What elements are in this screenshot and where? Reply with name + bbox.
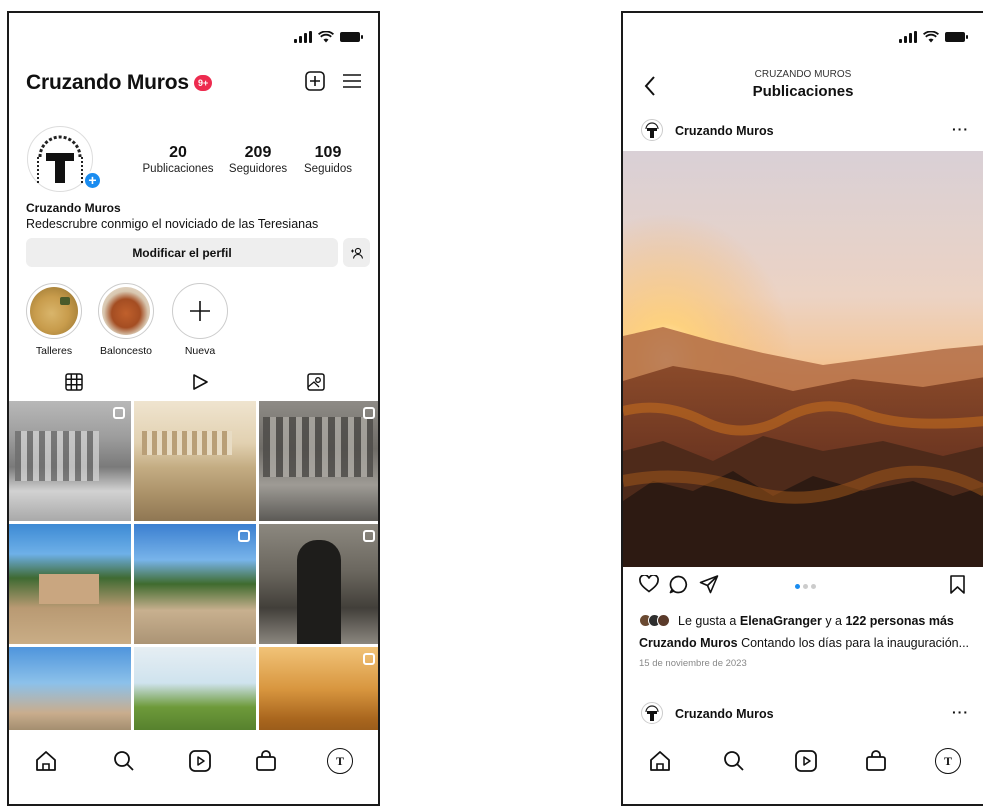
- plus-icon: [190, 301, 210, 321]
- profile-name[interactable]: Cruzando Muros: [26, 71, 189, 95]
- discover-people-button[interactable]: [343, 238, 370, 267]
- avatar-logo-icon: [645, 122, 659, 138]
- profile-icon[interactable]: T: [935, 748, 961, 774]
- header-subtitle: CRUZANDO MUROS: [754, 69, 852, 80]
- highlight-talleres[interactable]: Talleres: [25, 283, 83, 357]
- grid-post[interactable]: [9, 401, 131, 521]
- wifi-icon: [923, 31, 939, 43]
- reels-tab-icon[interactable]: [191, 373, 209, 391]
- post-options-button[interactable]: ···: [952, 121, 969, 137]
- add-person-icon: [350, 247, 363, 259]
- battery-icon: [945, 32, 968, 42]
- stat-posts[interactable]: 20 Publicaciones: [139, 144, 217, 175]
- search-icon[interactable]: [111, 748, 137, 774]
- comment-icon[interactable]: [669, 575, 688, 594]
- status-bar: [294, 31, 363, 43]
- next-post-options-button[interactable]: ···: [952, 704, 969, 720]
- multi-photo-icon: [113, 407, 125, 419]
- post-image[interactable]: [623, 151, 983, 567]
- post-avatar[interactable]: [641, 119, 663, 141]
- multi-photo-icon: [363, 530, 375, 542]
- shop-icon[interactable]: [253, 748, 279, 774]
- post-date: 15 de noviembre de 2023: [639, 658, 747, 669]
- like-icon[interactable]: [639, 575, 659, 593]
- menu-icon[interactable]: [342, 73, 362, 89]
- stat-followers-label: Seguidores: [228, 163, 288, 175]
- grid-post[interactable]: [259, 524, 378, 644]
- bottom-nav: T: [623, 730, 983, 804]
- stat-following-count: 109: [314, 144, 342, 161]
- signal-icon: [294, 31, 312, 43]
- profile-screen: Cruzando Muros 9+ + 20 Publicaciones 209…: [7, 11, 380, 806]
- bottom-nav: T: [9, 730, 378, 804]
- highlight-label: Nueva: [184, 345, 216, 357]
- avatar-logo-icon: [645, 705, 659, 721]
- reels-icon[interactable]: [793, 748, 819, 774]
- notification-badge[interactable]: 9+: [193, 74, 214, 92]
- header-title: Publicaciones: [752, 83, 854, 100]
- multi-photo-icon: [363, 653, 375, 665]
- likes-user[interactable]: ElenaGranger: [740, 614, 822, 628]
- grid-post[interactable]: [134, 524, 256, 644]
- stat-following-label: Seguidos: [304, 163, 352, 175]
- highlight-new[interactable]: Nueva: [171, 283, 229, 357]
- home-icon[interactable]: [647, 748, 673, 774]
- grid-tab-icon[interactable]: [65, 373, 83, 391]
- likes-prefix: Le gusta a: [678, 614, 740, 628]
- caption-text: Contando los días para la inauguración..…: [737, 636, 970, 650]
- stat-posts-count: 20: [169, 144, 187, 161]
- grid-post[interactable]: [9, 524, 131, 644]
- highlight-baloncesto[interactable]: Baloncesto: [97, 283, 155, 357]
- highlight-label: Talleres: [35, 345, 73, 357]
- stat-following[interactable]: 109 Seguidos: [297, 144, 359, 175]
- add-story-button[interactable]: +: [83, 171, 102, 190]
- battery-icon: [340, 32, 363, 42]
- profile-tabs: [9, 373, 378, 401]
- new-highlight-circle: [172, 283, 228, 339]
- grid-post[interactable]: [134, 401, 256, 521]
- posts-screen: CRUZANDO MUROS Publicaciones Cruzando Mu…: [621, 11, 983, 806]
- caption-user[interactable]: Cruzando Muros: [639, 636, 738, 650]
- wifi-icon: [318, 31, 334, 43]
- stat-followers-count: 209: [244, 144, 272, 161]
- profile-icon-letter: T: [335, 753, 344, 768]
- create-post-icon[interactable]: [305, 71, 325, 91]
- tagged-tab-icon[interactable]: [307, 373, 325, 391]
- highlight-label: Baloncesto: [100, 345, 152, 357]
- reels-icon[interactable]: [187, 748, 213, 774]
- likes-line[interactable]: Le gusta a ElenaGranger y a 122 personas…: [639, 614, 954, 628]
- save-icon[interactable]: [950, 575, 965, 594]
- profile-icon[interactable]: T: [327, 748, 353, 774]
- next-post-username[interactable]: Cruzando Muros: [675, 707, 774, 721]
- next-post-avatar[interactable]: [641, 702, 663, 724]
- edit-profile-button[interactable]: Modificar el perfil: [26, 238, 338, 267]
- grid-post[interactable]: [259, 401, 378, 521]
- likes-count[interactable]: 122 personas más: [845, 614, 953, 628]
- bio-text: Redescrubre conmigo el noviciado de las …: [26, 217, 319, 231]
- carousel-indicator: [795, 584, 816, 589]
- signal-icon: [899, 31, 917, 43]
- post-caption[interactable]: Cruzando Muros Contando los días para la…: [639, 636, 969, 650]
- highlight-cover: [98, 283, 154, 339]
- highlight-cover: [26, 283, 82, 339]
- post-grid: [9, 401, 378, 767]
- multi-photo-icon: [363, 407, 375, 419]
- likes-mid: y a: [821, 614, 846, 628]
- status-bar: [899, 31, 968, 43]
- share-icon[interactable]: [699, 575, 719, 594]
- home-icon[interactable]: [33, 748, 59, 774]
- stat-followers[interactable]: 209 Seguidores: [225, 144, 291, 175]
- search-icon[interactable]: [721, 748, 747, 774]
- liker-avatars: [639, 614, 673, 627]
- profile-icon-letter: T: [943, 753, 952, 768]
- stat-posts-label: Publicaciones: [142, 163, 214, 175]
- multi-photo-icon: [238, 530, 250, 542]
- shop-icon[interactable]: [863, 748, 889, 774]
- bio-name: Cruzando Muros: [26, 201, 121, 215]
- sunset-landscape-image: [623, 151, 983, 567]
- post-username[interactable]: Cruzando Muros: [675, 124, 774, 138]
